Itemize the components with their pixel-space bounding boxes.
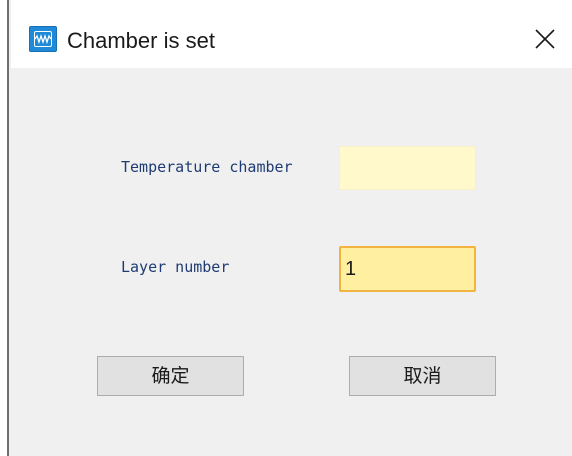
chamber-settings-dialog: Chamber is set Temperature chamber Layer… <box>11 0 572 456</box>
close-button[interactable] <box>526 22 562 58</box>
title-bar: Chamber is set <box>11 0 572 68</box>
dialog-title: Chamber is set <box>67 28 215 53</box>
close-icon[interactable] <box>526 22 562 58</box>
background-window-edge <box>0 0 9 456</box>
cancel-button[interactable]: 取消 <box>349 356 496 396</box>
temperature-chamber-label: Temperature chamber <box>121 158 293 176</box>
layer-number-input[interactable] <box>339 246 476 292</box>
temperature-chamber-input[interactable] <box>339 146 476 190</box>
app-waveform-icon <box>29 26 57 52</box>
layer-number-label: Layer number <box>121 258 230 276</box>
ok-button[interactable]: 确定 <box>97 356 244 396</box>
waveform-glyph <box>35 34 51 44</box>
